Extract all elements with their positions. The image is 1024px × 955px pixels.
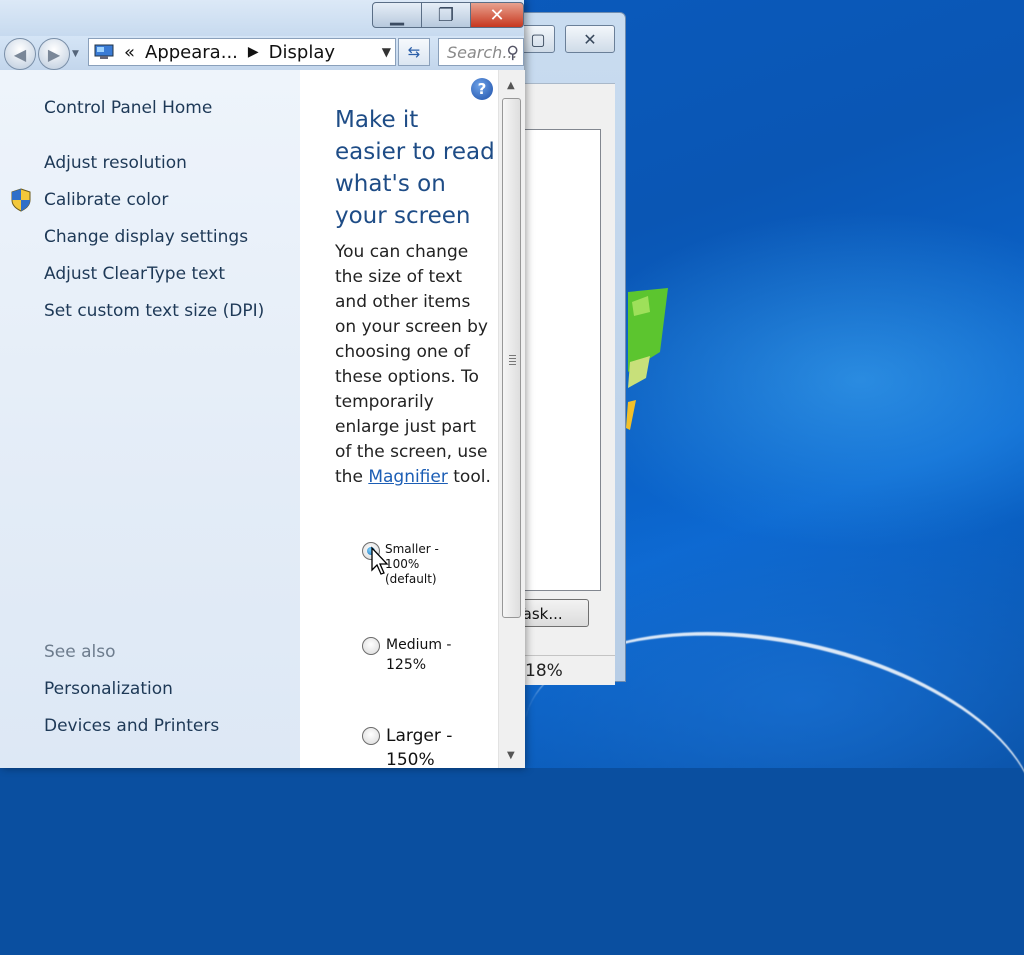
breadcrumb-appearance[interactable]: Appeara... [145, 42, 238, 63]
sidebar: Control Panel Home Adjust resolution Cal… [0, 70, 300, 768]
restore-icon: ❐ [437, 4, 455, 26]
control-panel-home-link[interactable]: Control Panel Home [44, 98, 212, 118]
back-arrow-icon: ◀ [13, 44, 27, 64]
description-before: You can change the size of text and othe… [335, 242, 488, 487]
radio-smaller-label[interactable]: Smaller - 100% (default) [385, 542, 455, 587]
grip-line [509, 358, 516, 359]
breadcrumb-prefix[interactable]: « [124, 42, 135, 63]
forward-arrow-icon: ▶ [47, 44, 61, 64]
description-text: You can change the size of text and othe… [335, 240, 495, 490]
refresh-icon: ⇆ [407, 43, 421, 61]
see-also-heading: See also [44, 642, 116, 662]
control-panel-icon [94, 44, 114, 59]
adjust-cleartype-link[interactable]: Adjust ClearType text [44, 264, 225, 284]
calibrate-color-link[interactable]: Calibrate color [44, 190, 168, 210]
close-icon: ✕ [489, 4, 505, 26]
radio-medium-label[interactable]: Medium - 125% [386, 635, 456, 675]
breadcrumb-separator-icon[interactable]: ▶ [248, 44, 259, 60]
personalization-link[interactable]: Personalization [44, 679, 173, 699]
description-after: tool. [447, 467, 491, 487]
minimize-icon: ▁ [390, 4, 404, 26]
background-close-button[interactable]: ✕ [565, 25, 615, 53]
vertical-scrollbar[interactable]: ▲ ▼ [498, 70, 525, 768]
radio-larger-label[interactable]: Larger - 150% [386, 724, 466, 772]
recent-pages-chevron-icon[interactable]: ▼ [72, 49, 79, 59]
title-bar[interactable]: ▁ ❐ ✕ [0, 0, 524, 36]
page-title: Make it easier to read what's on your sc… [335, 107, 495, 229]
forward-button[interactable]: ▶ [38, 38, 70, 70]
search-input[interactable]: Search... ⚲ [438, 38, 524, 66]
shield-icon [11, 188, 31, 212]
change-display-settings-link[interactable]: Change display settings [44, 227, 248, 247]
restore-button[interactable]: ❐ [421, 2, 471, 28]
background-maximize-button[interactable]: ▢ [521, 25, 555, 53]
back-button[interactable]: ◀ [4, 38, 36, 70]
radio-medium[interactable] [362, 637, 380, 655]
address-dropdown-icon[interactable]: ▼ [382, 45, 391, 59]
devices-printers-link[interactable]: Devices and Printers [44, 716, 219, 736]
magnifier-link[interactable]: Magnifier [368, 467, 448, 487]
adjust-resolution-link[interactable]: Adjust resolution [44, 153, 187, 173]
breadcrumb-display[interactable]: Display [269, 42, 335, 63]
search-icon[interactable]: ⚲ [507, 43, 519, 63]
windows-logo-fragment [626, 288, 668, 430]
display-window: ▁ ❐ ✕ ◀ ▶ ▼ « Appeara... ▶ Display ▼ ⇆ S… [0, 0, 525, 770]
custom-text-size-link[interactable]: Set custom text size (DPI) [44, 301, 264, 321]
address-bar[interactable]: « Appeara... ▶ Display ▼ [88, 38, 396, 66]
refresh-button[interactable]: ⇆ [398, 38, 430, 66]
mouse-pointer-icon [371, 546, 389, 575]
navigation-bar: ◀ ▶ ▼ « Appeara... ▶ Display ▼ ⇆ Search.… [0, 36, 524, 70]
grip-line [509, 364, 516, 365]
close-button[interactable]: ✕ [470, 2, 524, 28]
grip-line [509, 355, 516, 356]
scroll-down-arrow-icon[interactable]: ▼ [507, 750, 515, 761]
scroll-thumb[interactable] [502, 98, 521, 618]
scroll-up-arrow-icon[interactable]: ▲ [507, 80, 515, 91]
radio-larger[interactable] [362, 727, 380, 745]
minimize-button[interactable]: ▁ [372, 2, 422, 28]
grip-line [509, 361, 516, 362]
main-content: Make it easier to read what's on your sc… [300, 70, 498, 770]
help-icon[interactable]: ? [471, 78, 493, 100]
